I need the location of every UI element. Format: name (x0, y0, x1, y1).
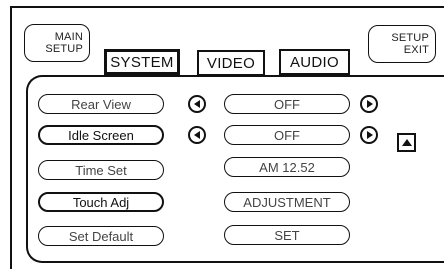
arrow-right-icon[interactable] (360, 126, 378, 144)
setting-label-set-default[interactable]: Set Default (38, 226, 164, 246)
setup-exit-line2: EXIT (403, 44, 429, 56)
main-setup-line1: MAIN (54, 31, 83, 43)
arrow-left-icon[interactable] (188, 95, 206, 113)
tab-audio[interactable]: AUDIO (279, 49, 350, 75)
setup-exit-line1: SETUP (391, 32, 429, 44)
setting-label-rear-view[interactable]: Rear View (38, 94, 164, 114)
arrow-right-icon[interactable] (360, 95, 378, 113)
tab-video[interactable]: VIDEO (197, 50, 265, 76)
screen-frame-left-border (10, 6, 12, 269)
tab-system[interactable]: SYSTEM (104, 49, 180, 75)
arrow-up-icon[interactable] (397, 133, 416, 152)
setting-label-time-set[interactable]: Time Set (38, 160, 164, 180)
main-setup-line2: SETUP (45, 43, 83, 55)
setting-value-touch-adj[interactable]: ADJUSTMENT (224, 192, 350, 212)
setting-label-touch-adj[interactable]: Touch Adj (38, 192, 164, 212)
arrow-left-icon[interactable] (188, 126, 206, 144)
setting-value-rear-view: OFF (224, 94, 350, 114)
screen-frame-top-border (10, 6, 444, 8)
main-setup-button[interactable]: MAIN SETUP (24, 24, 90, 62)
setting-value-idle-screen: OFF (224, 125, 350, 145)
setting-value-time-set: AM 12.52 (224, 157, 350, 177)
setup-exit-button[interactable]: SETUP EXIT (368, 25, 436, 63)
setting-value-set-default[interactable]: SET (224, 225, 350, 245)
setting-label-idle-screen[interactable]: Idle Screen (38, 125, 164, 145)
